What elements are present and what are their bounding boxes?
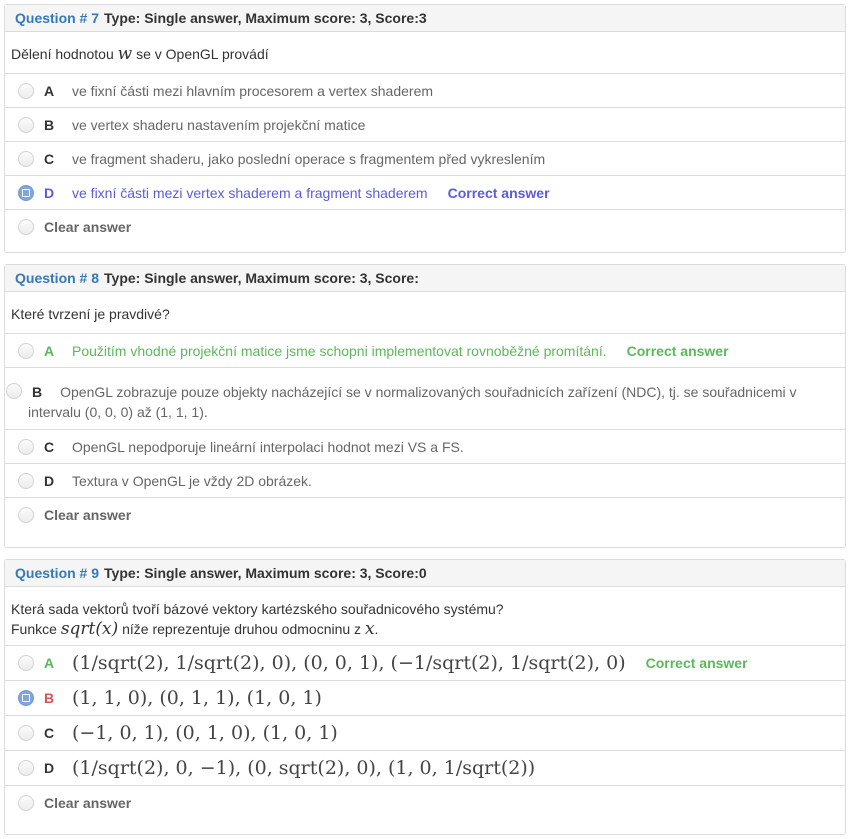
question-meta: Type: Single answer, Maximum score: 3, S… <box>104 565 427 581</box>
option-letter: A <box>44 655 55 671</box>
option-c[interactable]: C (−1, 0, 1), (0, 1, 0), (1, 0, 1) <box>5 715 845 750</box>
radio-dot-icon <box>22 694 30 702</box>
clear-answer-row[interactable]: Clear answer <box>5 497 845 531</box>
question-text-part: níže reprezentuje druhou odmocninu z <box>118 621 365 637</box>
correct-answer-tag: Correct answer <box>626 342 729 359</box>
question-header: Question # 7 Type: Single answer, Maximu… <box>5 5 845 32</box>
radio-button-selected[interactable] <box>18 184 34 201</box>
option-a[interactable]: A ve fixní části mezi hlavním procesorem… <box>5 73 845 107</box>
radio-button[interactable] <box>18 506 34 523</box>
math-symbol: w <box>117 44 133 64</box>
radio-dot-icon <box>22 188 30 197</box>
correct-answer-tag: Correct answer <box>447 184 550 201</box>
radio-button-selected[interactable] <box>18 690 34 706</box>
question-text-part: . <box>374 621 379 637</box>
correct-answer-tag: Correct answer <box>645 655 748 671</box>
option-text-continued: intervalu (0, 0, 0) až (1, 1, 1). <box>28 404 208 420</box>
question-8-panel: Question # 8 Type: Single answer, Maximu… <box>4 264 846 548</box>
radio-button[interactable] <box>18 472 34 489</box>
question-text: Které tvrzení je pravdivé? <box>11 306 170 322</box>
option-letter: D <box>44 472 55 489</box>
question-text-part: Funkce <box>11 621 61 637</box>
option-text: ve fixní části mezi hlavním procesorem a… <box>72 82 434 99</box>
option-b-content: B OpenGL zobrazuje pouze objekty nacházej… <box>28 382 797 422</box>
option-d[interactable]: D Textura v OpenGL je vždy 2D obrázek. <box>5 463 845 497</box>
math-symbol: x <box>364 619 375 639</box>
option-letter: B <box>44 116 55 133</box>
option-letter: B <box>32 384 43 400</box>
radio-button[interactable] <box>18 794 34 811</box>
radio-button[interactable] <box>18 150 34 167</box>
option-text: Použitím vhodné projekční matice jsme sc… <box>72 342 607 359</box>
question-line-1: Která sada vektorů tvoří bázové vektory … <box>11 601 504 617</box>
question-text-part: se v OpenGL provádí <box>132 46 269 62</box>
option-text: OpenGL zobrazuje pouze objekty nacházejí… <box>60 384 797 400</box>
option-a[interactable]: A (1/sqrt(2), 1/sqrt(2), 0), (0, 0, 1), … <box>5 645 845 680</box>
option-text: ve fragment shaderu, jako poslední opera… <box>72 150 546 167</box>
option-math: (1, 1, 0), (0, 1, 1), (1, 0, 1) <box>72 687 322 709</box>
option-b[interactable]: B ve vertex shaderu nastavením projekční… <box>5 107 845 141</box>
option-b[interactable]: B OpenGL zobrazuje pouze objekty nacházej… <box>5 367 845 429</box>
option-math: (1/sqrt(2), 0, −1), (0, sqrt(2), 0), (1,… <box>72 757 536 779</box>
option-letter: C <box>44 438 55 455</box>
option-c[interactable]: C OpenGL nepodporuje lineární interpolac… <box>5 429 845 463</box>
option-text: ve vertex shaderu nastavením projekční m… <box>72 116 366 133</box>
clear-answer-row[interactable]: Clear answer <box>5 209 845 243</box>
radio-button[interactable] <box>18 725 34 741</box>
option-math: (−1, 0, 1), (0, 1, 0), (1, 0, 1) <box>72 722 338 744</box>
clear-answer-button[interactable]: Clear answer <box>44 507 131 523</box>
option-letter: B <box>44 690 55 706</box>
option-b[interactable]: B (1, 1, 0), (0, 1, 1), (1, 0, 1) <box>5 680 845 715</box>
option-math: (1/sqrt(2), 1/sqrt(2), 0), (0, 0, 1), (−… <box>72 652 626 674</box>
option-d[interactable]: D (1/sqrt(2), 0, −1), (0, sqrt(2), 0), (… <box>5 750 845 785</box>
radio-button[interactable] <box>18 655 34 671</box>
option-letter: A <box>44 342 55 359</box>
question-number: Question # 9 <box>15 565 100 581</box>
radio-button[interactable] <box>6 383 22 399</box>
radio-button[interactable] <box>18 218 34 235</box>
question-text: Dělení hodnotou w se v OpenGL provádí <box>5 32 845 73</box>
question-9-panel: Question # 9 Type: Single answer, Maximu… <box>4 559 846 835</box>
clear-answer-button[interactable]: Clear answer <box>44 219 131 235</box>
option-text: Textura v OpenGL je vždy 2D obrázek. <box>72 472 312 489</box>
option-text: OpenGL nepodporuje lineární interpolaci … <box>72 438 464 455</box>
question-7-panel: Question # 7 Type: Single answer, Maximu… <box>4 4 846 253</box>
clear-answer-row[interactable]: Clear answer <box>5 785 845 819</box>
math-expression: sqrt(x) <box>60 619 119 639</box>
option-letter: A <box>44 82 55 99</box>
option-text: ve fixní části mezi vertex shaderem a fr… <box>72 184 428 201</box>
option-d[interactable]: D ve fixní části mezi vertex shaderem a … <box>5 175 845 209</box>
radio-button[interactable] <box>18 82 34 99</box>
question-header: Question # 9 Type: Single answer, Maximu… <box>5 560 845 587</box>
question-header: Question # 8 Type: Single answer, Maximu… <box>5 265 845 292</box>
option-letter: D <box>44 184 55 201</box>
question-number: Question # 7 <box>15 10 100 26</box>
question-meta: Type: Single answer, Maximum score: 3, S… <box>104 270 419 286</box>
radio-button[interactable] <box>18 438 34 455</box>
radio-button[interactable] <box>18 760 34 776</box>
question-line-2: Funkce sqrt(x) níže reprezentuje druhou … <box>11 619 839 639</box>
option-letter: C <box>44 150 55 167</box>
option-letter: C <box>44 725 55 741</box>
question-text: Která sada vektorů tvoří bázové vektory … <box>5 587 845 645</box>
option-a[interactable]: A Použitím vhodné projekční matice jsme … <box>5 333 845 367</box>
question-meta: Type: Single answer, Maximum score: 3, S… <box>104 10 427 26</box>
option-letter: D <box>44 760 55 776</box>
question-text-part: Dělení hodnotou <box>11 46 118 62</box>
question-number: Question # 8 <box>15 270 100 286</box>
clear-answer-button[interactable]: Clear answer <box>44 795 131 811</box>
radio-button[interactable] <box>18 116 34 133</box>
radio-button[interactable] <box>18 342 34 359</box>
option-c[interactable]: C ve fragment shaderu, jako poslední ope… <box>5 141 845 175</box>
